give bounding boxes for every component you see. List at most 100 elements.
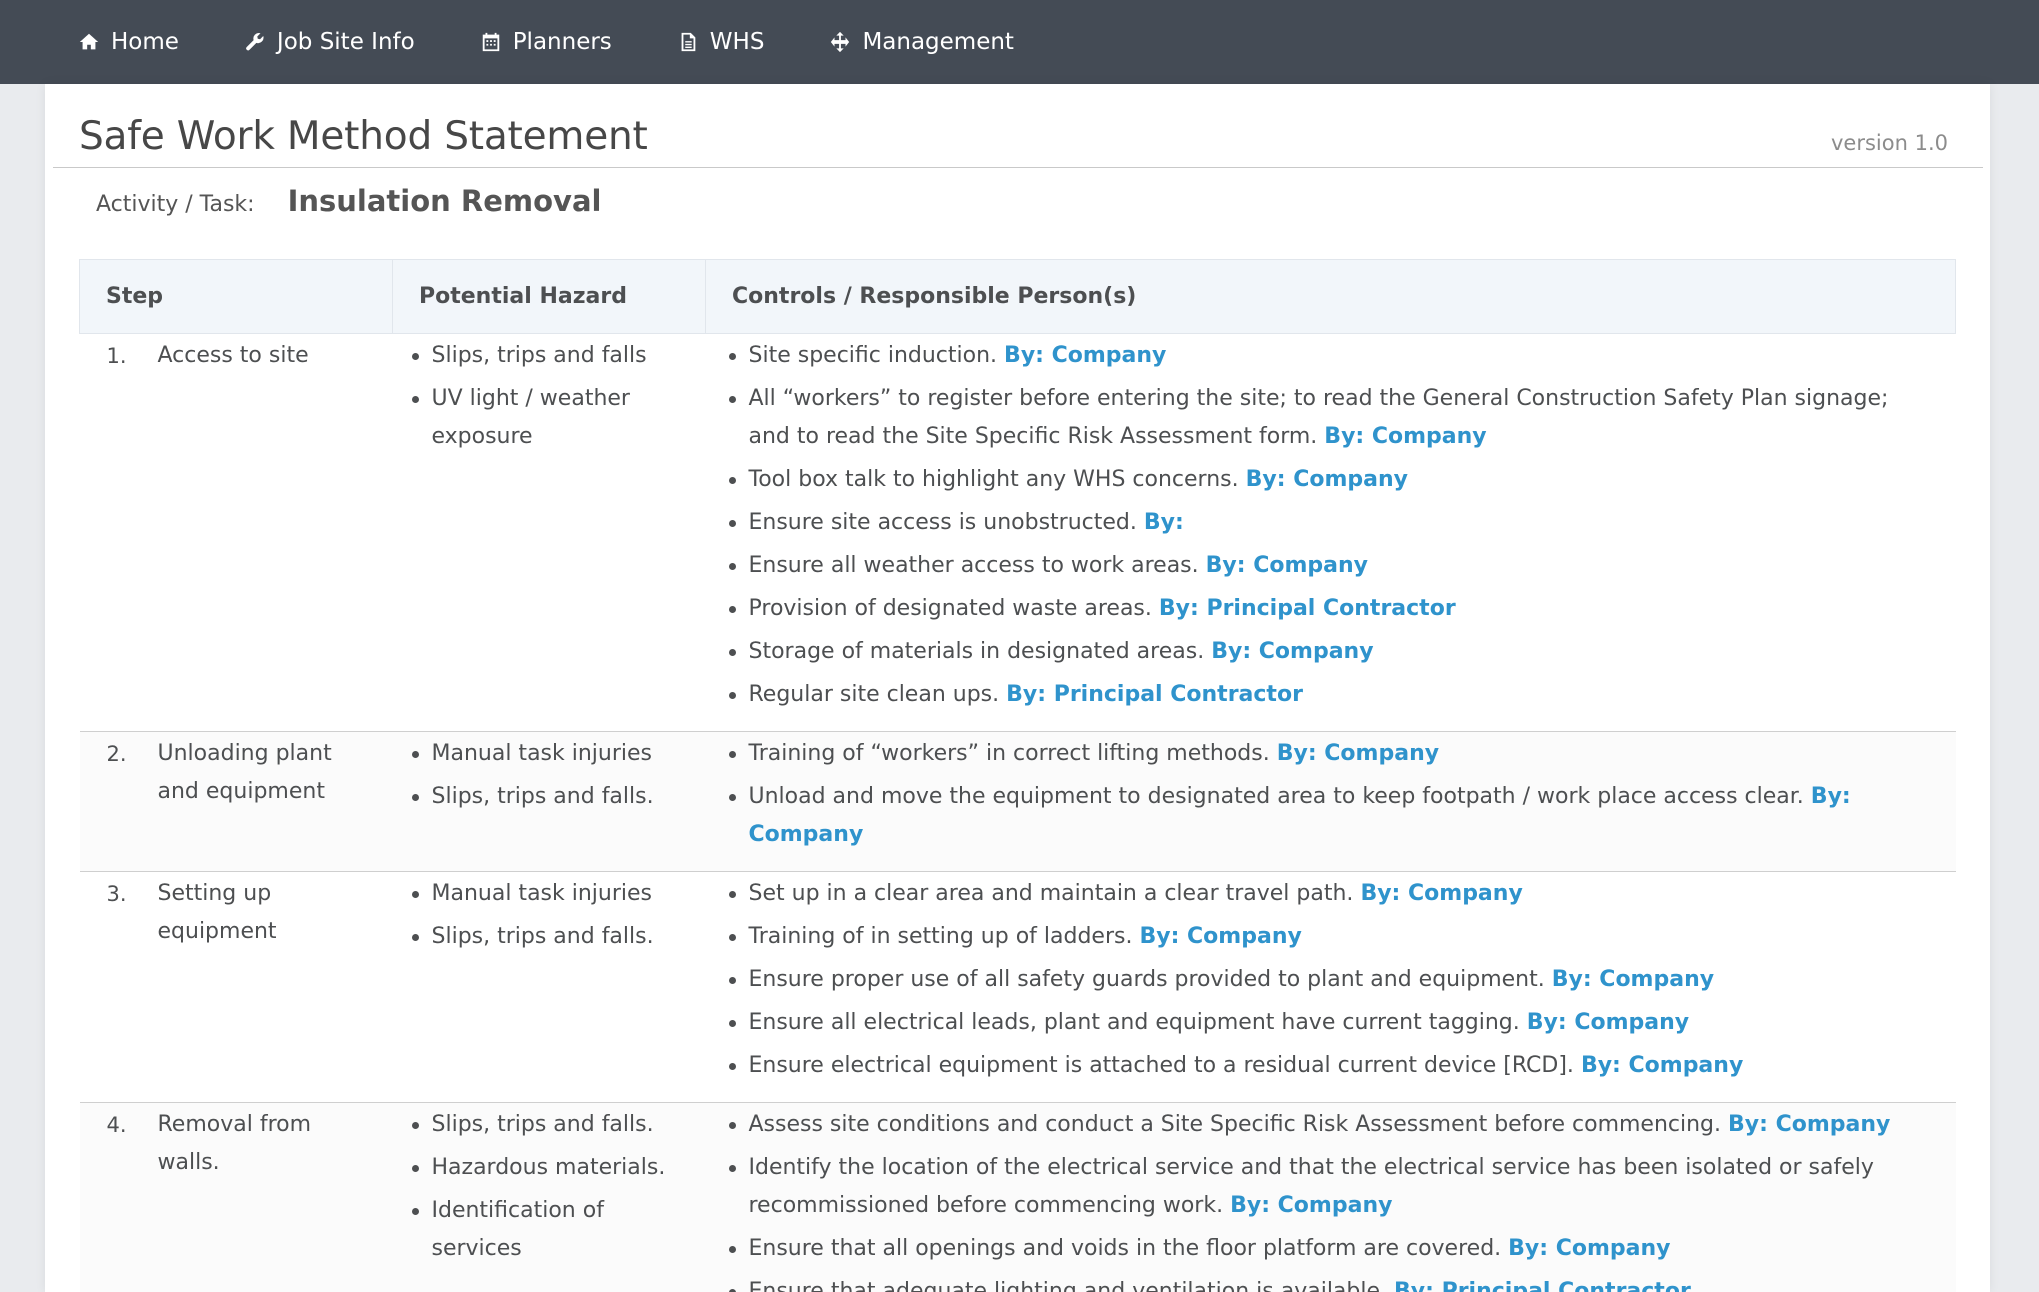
hazard-item: Hazardous materials. [411,1149,685,1187]
control-text: Assess site conditions and conduct a Sit… [748,1112,1722,1137]
responsible-person: By: Company [1551,967,1715,992]
control-item: Site specific induction. By: Company [728,337,1915,375]
step-cell: 4. Removal from walls. [79,1102,393,1292]
responsible-person: By: Company [1245,467,1408,492]
table-row: 2. Unloading plant and equipment Manual … [79,731,1956,872]
control-item: Unload and move the equipment to designa… [728,778,1915,854]
hazard-cell: Slips, trips and falls. Hazardous materi… [392,1102,706,1292]
step-cell: 1. Access to site [79,333,393,732]
responsible-person: By: Company [1324,424,1487,449]
control-text: Ensure all weather access to work areas. [748,553,1199,578]
responsible-person: By: Company [1526,1010,1690,1035]
document-icon [681,32,696,52]
responsible-person: By: Company [1580,1053,1744,1078]
responsible-person: By: Company [1205,553,1368,578]
control-item: Identify the location of the electrical … [728,1149,1915,1225]
control-item: Assess site conditions and conduct a Sit… [728,1106,1915,1144]
header-controls: Controls / Responsible Person(s) [705,259,1956,334]
control-text: Set up in a clear area and maintain a cl… [748,881,1354,906]
control-item: Training of “workers” in correct lifting… [728,735,1915,773]
control-item: Storage of materials in designated areas… [728,633,1915,671]
swms-table-wrap: Step Potential Hazard Controls / Respons… [79,259,1956,1292]
responsible-person: By: Company [1139,924,1302,949]
responsible-person: By: Company [1230,1193,1393,1218]
control-item: Ensure that adequate lighting and ventil… [728,1273,1915,1292]
responsible-person: By: Principal Contractor [1006,682,1303,707]
hazard-item: Slips, trips and falls [411,337,685,375]
control-item: Set up in a clear area and maintain a cl… [728,875,1915,913]
control-item: Ensure all electrical leads, plant and e… [728,1004,1915,1042]
hazard-item: Manual task injuries [411,735,685,773]
control-text: Provision of designated waste areas. [748,596,1152,621]
header-hazard: Potential Hazard [392,259,706,334]
control-item: Ensure all weather access to work areas.… [728,547,1915,585]
nav-home[interactable]: Home [78,0,179,84]
control-item: Ensure that all openings and voids in th… [728,1230,1915,1268]
table-row: 1. Access to site Slips, trips and falls… [79,333,1956,732]
nav-planners[interactable]: Planners [480,0,612,84]
control-text: Tool box talk to highlight any WHS conce… [748,467,1239,492]
control-text: Site specific induction. [748,343,998,368]
hazard-cell: Manual task injuries Slips, trips and fa… [392,731,706,872]
nav-management[interactable]: Management [829,0,1014,84]
control-text: Ensure that all openings and voids in th… [748,1236,1502,1261]
responsible-person: By: Company [1728,1112,1891,1137]
step-cell: 3. Setting up equipment [79,871,393,1103]
control-item: All “workers” to register before enterin… [728,380,1915,456]
step-number: 2. [106,742,127,766]
nav-whs[interactable]: WHS [677,0,765,84]
control-text: Training of “workers” in correct lifting… [748,741,1270,766]
table-row: 4. Removal from walls. Slips, trips and … [79,1102,1956,1292]
step-number: 1. [106,344,127,368]
table-row: 3. Setting up equipment Manual task inju… [79,871,1956,1103]
hazard-item: UV light / weather exposure [411,380,685,456]
responsible-person: By: Company [1276,741,1440,766]
header-step: Step [79,259,393,334]
table-header-row: Step Potential Hazard Controls / Respons… [79,259,1956,334]
controls-cell: Set up in a clear area and maintain a cl… [705,871,1956,1103]
controls-cell: Assess site conditions and conduct a Sit… [705,1102,1956,1292]
control-text: Storage of materials in designated areas… [748,639,1205,664]
responsible-person: By: Company [1360,881,1523,906]
control-text: Ensure site access is unobstructed. [748,510,1137,535]
activity-row: Activity / Task: Insulation Removal [96,184,601,218]
title-row: Safe Work Method Statement version 1.0 [53,84,1983,168]
control-text: Ensure electrical equipment is attached … [748,1053,1574,1078]
hazard-item: Manual task injuries [411,875,685,913]
control-text: Unload and move the equipment to designa… [748,784,1804,809]
controls-cell: Training of “workers” in correct lifting… [705,731,1956,872]
nav-job-site-info[interactable]: Job Site Info [244,0,415,84]
activity-value: Insulation Removal [287,184,602,218]
control-text: Ensure all electrical leads, plant and e… [748,1010,1520,1035]
control-text: Training of in setting up of ladders. [748,924,1133,949]
hazard-cell: Slips, trips and falls UV light / weathe… [392,333,706,732]
version-label: version 1.0 [1831,131,1948,155]
control-text: Regular site clean ups. [748,682,1000,707]
step-name: Removal from walls. [157,1112,312,1175]
step-number: 3. [106,882,127,906]
control-text: Ensure that adequate lighting and ventil… [748,1279,1388,1292]
responsible-person: By: Principal Contractor [1158,596,1456,621]
nav-planners-label: Planners [512,29,612,55]
step-name: Access to site [157,343,309,368]
control-item: Training of in setting up of ladders. By… [728,918,1915,956]
nav-whs-label: WHS [709,29,765,55]
control-item: Ensure electrical equipment is attached … [728,1047,1915,1085]
move-icon [831,31,850,53]
controls-cell: Site specific induction. By: Company All… [705,333,1956,732]
top-navbar: Home Job Site Info Planners WHS Manageme… [0,0,2039,84]
control-item: Ensure site access is unobstructed. By: [728,504,1915,542]
step-cell: 2. Unloading plant and equipment [79,731,393,872]
hazard-item: Slips, trips and falls. [411,1106,685,1144]
responsible-person: By: Principal Contractor [1394,1279,1691,1292]
hazard-item: Slips, trips and falls. [411,918,685,956]
nav-home-label: Home [111,29,179,55]
responsible-person: By: Company [1508,1236,1671,1261]
control-text: Ensure proper use of all safety guards p… [748,967,1545,992]
page-title: Safe Work Method Statement [79,114,648,159]
step-name: Setting up equipment [157,881,277,944]
hazard-cell: Manual task injuries Slips, trips and fa… [392,871,706,1103]
control-item: Ensure proper use of all safety guards p… [728,961,1915,999]
page-card: Safe Work Method Statement version 1.0 A… [45,84,1990,1292]
home-icon [79,33,99,50]
